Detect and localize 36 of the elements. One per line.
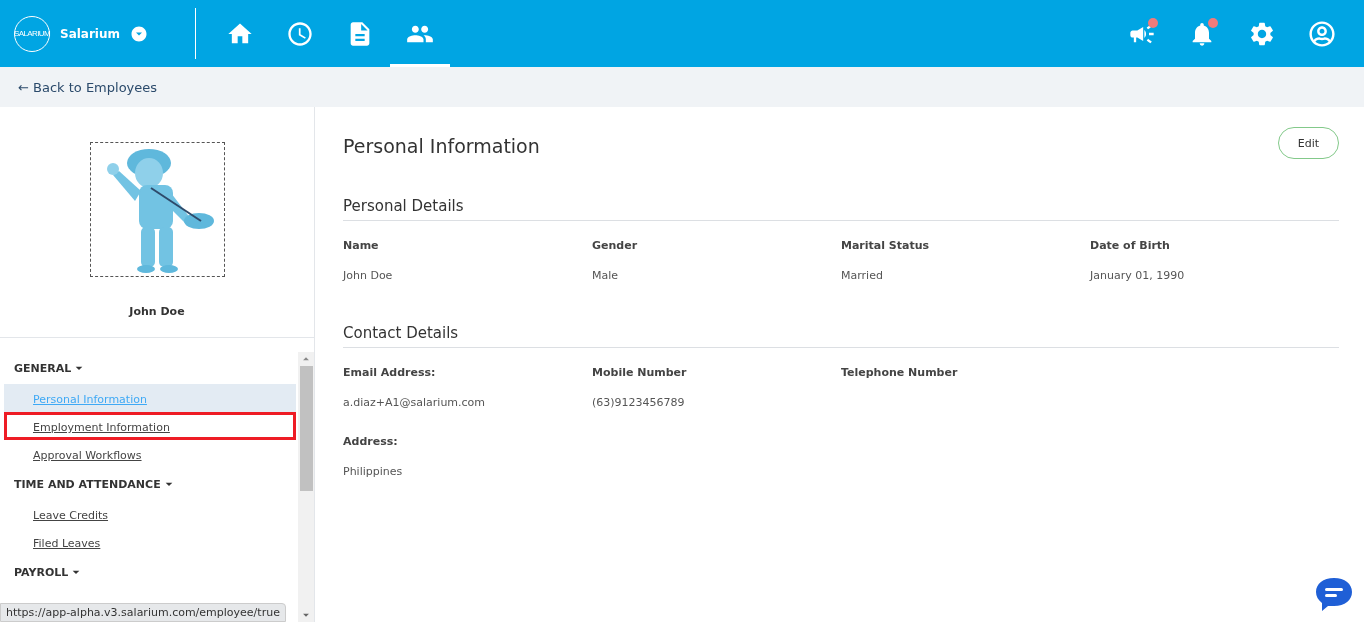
employee-name: John Doe — [129, 305, 185, 318]
sidebar-item[interactable]: Approval Workflows — [4, 440, 296, 468]
section-header[interactable]: GENERAL — [4, 352, 98, 384]
back-link[interactable]: ← Back to Employees — [18, 79, 158, 95]
field-value: a.diaz+A1@salarium.com — [343, 396, 487, 409]
sidebar-item[interactable]: Employment Information — [4, 412, 296, 440]
field-label: Gender — [592, 239, 639, 252]
field-value: January 01, 1990 — [1090, 269, 1186, 282]
company-name: Salarium — [60, 26, 121, 41]
field-value: John Doe — [343, 269, 394, 282]
field-label: Mobile Number — [592, 366, 688, 379]
section-header[interactable]: PAYROLL — [4, 556, 95, 588]
field-value: Philippines — [343, 465, 404, 478]
scrollbar[interactable] — [298, 352, 314, 622]
section-header[interactable]: TIME AND ATTENDANCE — [4, 468, 187, 500]
field-label: Address: — [343, 435, 399, 448]
url-tooltip: https://app-alpha.v3.salarium.com/employee/true — [0, 603, 286, 622]
field-label: Date of Birth — [1090, 239, 1171, 252]
account-icon — [1309, 20, 1335, 47]
sidebar-item[interactable]: Leave Credits — [4, 500, 296, 528]
chat-icon — [1314, 576, 1354, 612]
field-value: Male — [592, 269, 620, 282]
field-value: (63)9123456789 — [592, 396, 686, 409]
dropdown-icon[interactable] — [130, 24, 149, 43]
field-label: Name — [343, 239, 380, 252]
section-title: Contact Details — [343, 324, 1339, 348]
section-title: Personal Details — [343, 197, 1339, 221]
field-label: Marital Status — [841, 239, 931, 252]
field-label: Email Address: — [343, 366, 437, 379]
field-value: Married — [841, 269, 884, 282]
page-title: Personal Information — [343, 134, 540, 157]
clock-icon — [286, 19, 314, 48]
field-label: Telephone Number — [841, 366, 959, 379]
edit-button[interactable]: Edit — [1278, 127, 1339, 159]
chat-button[interactable] — [1314, 576, 1354, 612]
sidebar-item[interactable]: Filed Leaves — [4, 528, 296, 556]
